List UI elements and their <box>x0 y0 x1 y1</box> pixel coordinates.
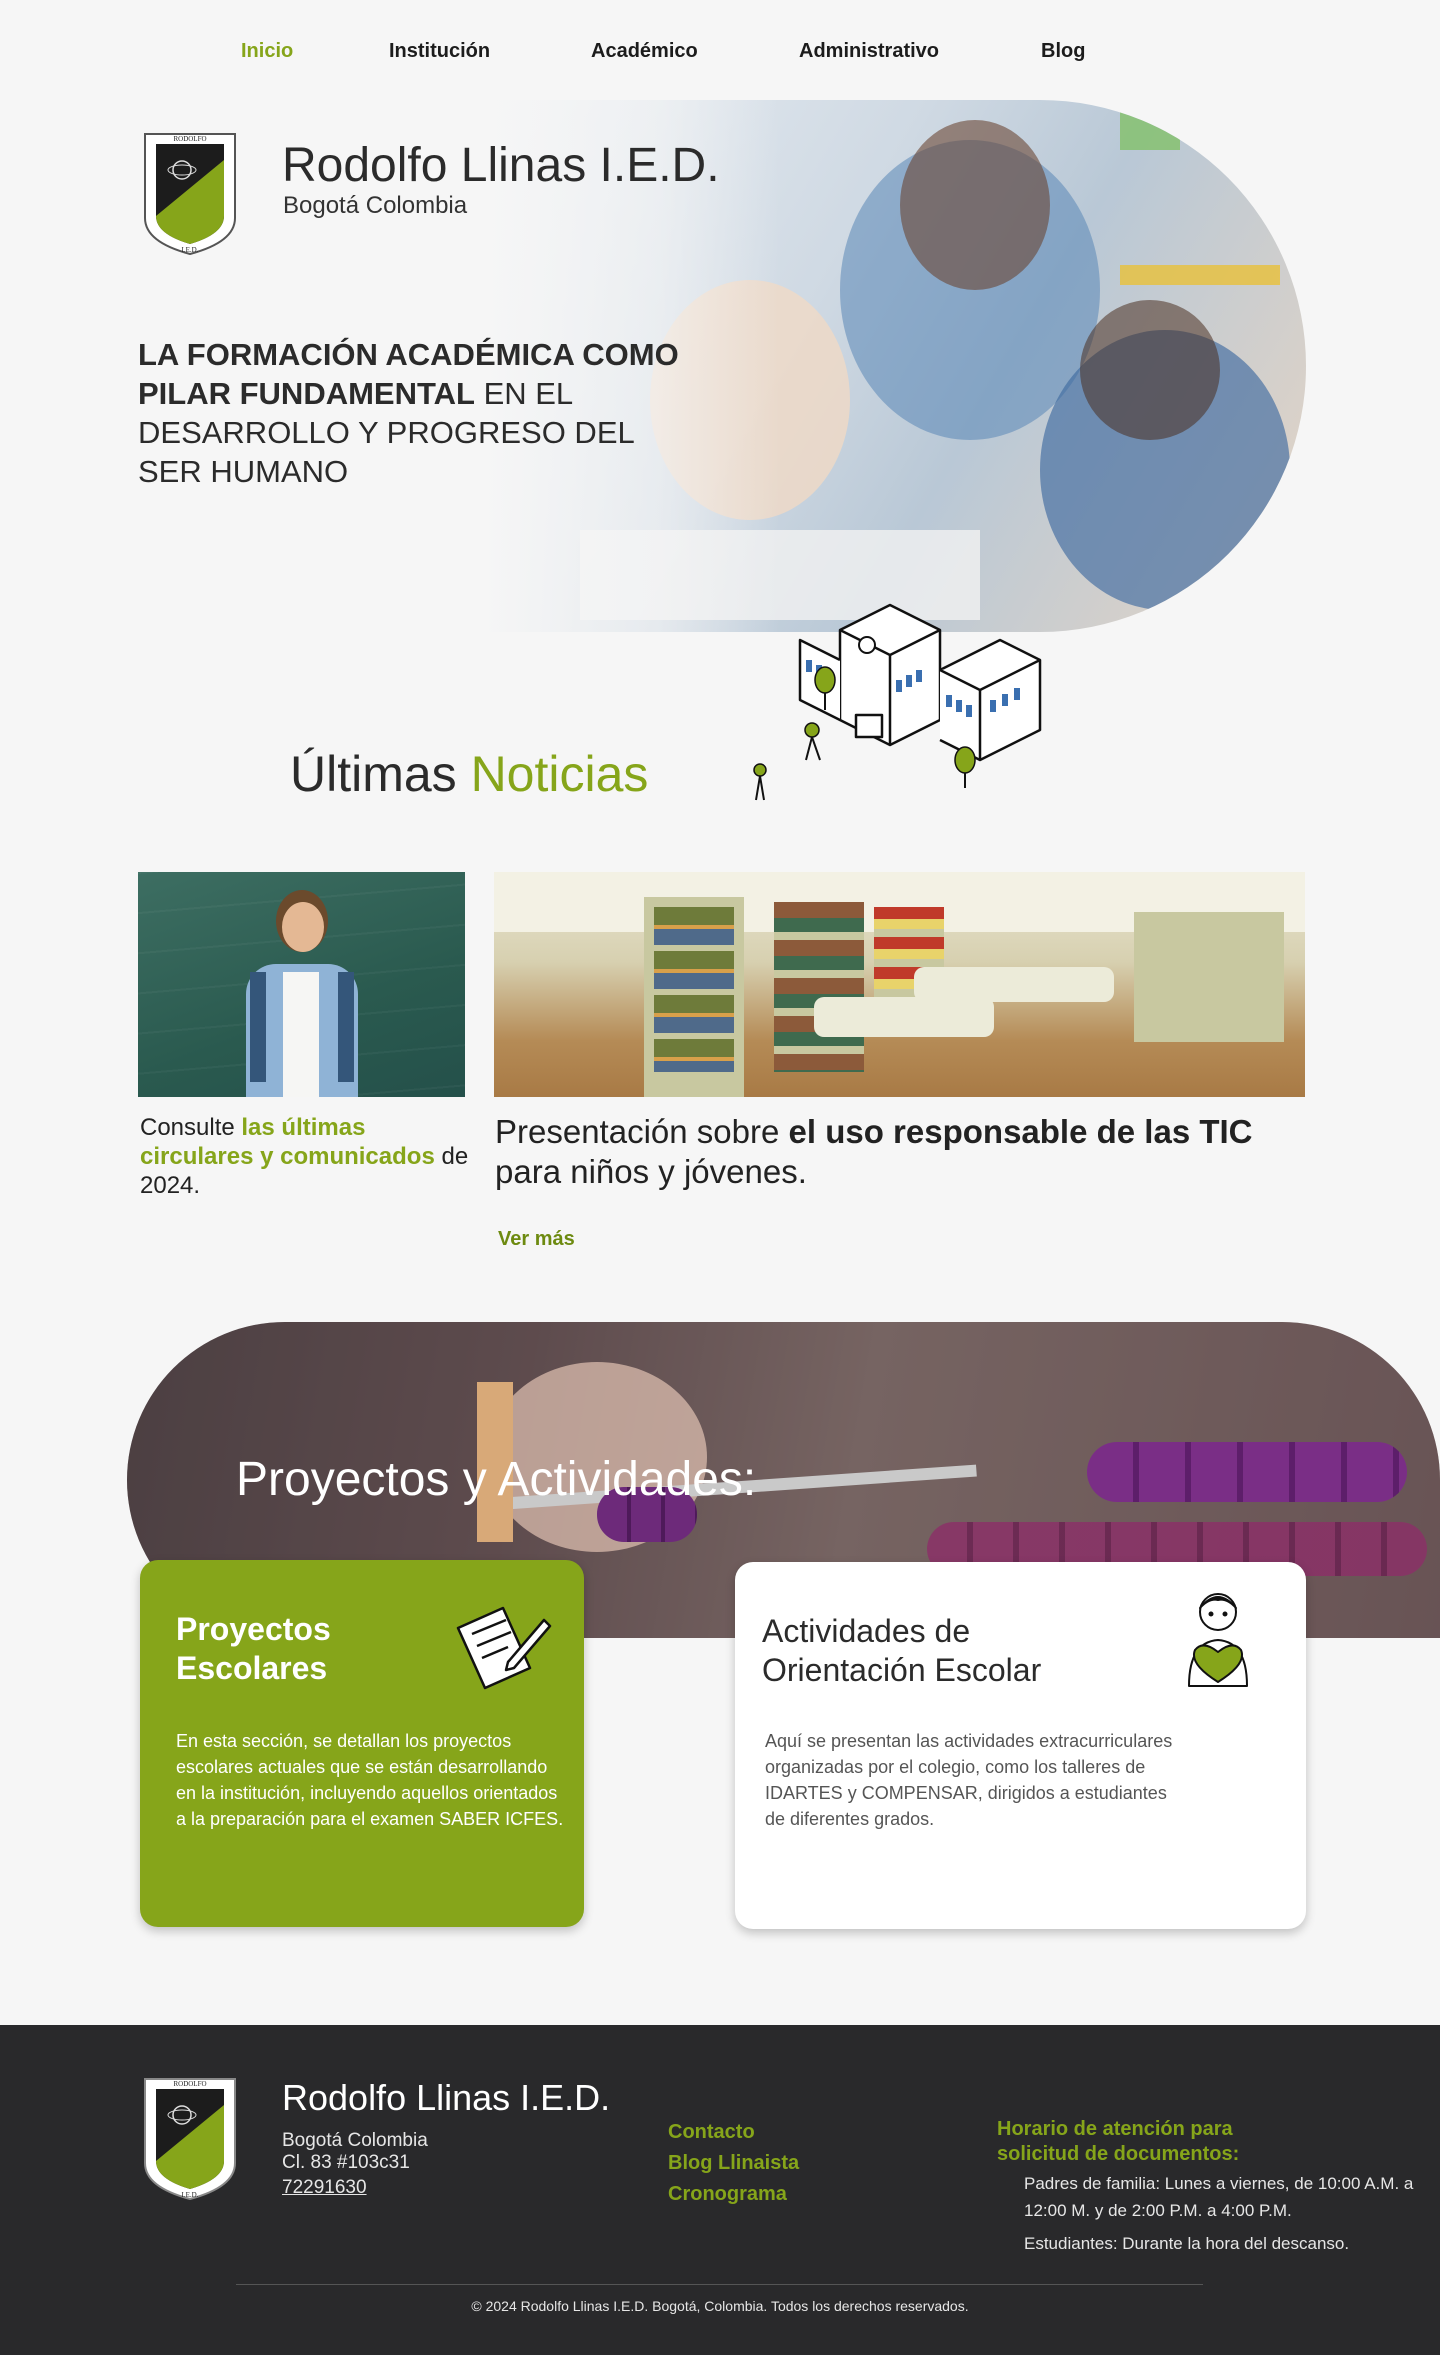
school-crest-icon: RODOLFO I.E.D. <box>144 2078 236 2201</box>
ver-mas-link[interactable]: Ver más <box>498 1228 575 1251</box>
news-item-circulares[interactable]: Consulte las últimas circulares y comuni… <box>140 1113 470 1200</box>
footer-hours-title: Horario de atención para solicitud de do… <box>997 2118 1240 2165</box>
footer-link-cronograma[interactable]: Cronograma <box>668 2183 787 2206</box>
footer-divider <box>236 2284 1203 2285</box>
news-item-tic: Presentación sobre el uso responsable de… <box>495 1112 1315 1192</box>
brand-subtitle: Bogotá Colombia <box>283 192 468 219</box>
footer-hours-students: Estudiantes: Durante la hora del descans… <box>1024 2234 1350 2253</box>
footer-hours-parents: Padres de familia: Lunes a viernes, de 1… <box>1024 2174 1414 2220</box>
footer-title: Rodolfo Llinas I.E.D. <box>282 2077 611 2118</box>
nav-item-institucion[interactable]: Institución <box>389 40 490 63</box>
news-item1-prefix: Consulte <box>140 1114 242 1141</box>
card2-title: Actividades de Orientación Escolar <box>762 1613 1042 1688</box>
brand-title: Rodolfo Llinas I.E.D. <box>282 139 720 192</box>
school-logo[interactable]: RODOLFO I.E.D. <box>140 130 240 258</box>
news-image-library[interactable] <box>494 872 1305 1097</box>
card-proyectos-escolares[interactable]: Proyectos Escolares En esta sección, se … <box>140 1560 584 1927</box>
footer-school-logo[interactable]: RODOLFO I.E.D. <box>140 2075 240 2203</box>
projects-title: Proyectos y Actividades: <box>236 1453 757 1506</box>
card1-text: En esta sección, se detallan los proyect… <box>176 1731 564 1829</box>
footer-copyright: © 2024 Rodolfo Llinas I.E.D. Bogotá, Col… <box>471 2298 969 2314</box>
card-actividades-orientacion[interactable]: Actividades de Orientación Escolar Aquí … <box>735 1562 1306 1929</box>
footer-address: Cl. 83 #103c31 <box>282 2152 410 2173</box>
school-crest-icon: RODOLFO I.E.D. <box>144 133 236 256</box>
news-section-title: Últimas Noticias <box>290 745 648 803</box>
card2-text: Aquí se presentan las actividades extrac… <box>765 1731 1173 1829</box>
hero-headline: LA FORMACIÓN ACADÉMICA COMO PILAR FUNDAM… <box>138 335 698 491</box>
child-heart-icon <box>1188 1593 1248 1687</box>
footer-link-blog[interactable]: Blog Llinaista <box>668 2152 799 2175</box>
news-item2-prefix: Presentación sobre <box>495 1113 789 1150</box>
nav-item-academico[interactable]: Académico <box>591 40 698 63</box>
footer-link-contacto[interactable]: Contacto <box>668 2121 755 2144</box>
footer-phone[interactable]: 72291630 <box>282 2177 367 2199</box>
nav-item-administrativo[interactable]: Administrativo <box>799 40 939 63</box>
school-building-illustration <box>753 603 1042 801</box>
document-pencil-icon <box>456 1606 552 1690</box>
headline-bold: LA FORMACIÓN ACADÉMICA COMO PILAR FUNDAM… <box>138 337 679 411</box>
news-item2-suffix: para niños y jóvenes. <box>495 1153 807 1190</box>
footer: RODOLFO I.E.D. Rodolfo Llinas I.E.D. Bog… <box>0 2025 1440 2355</box>
news-title-plain: Últimas <box>290 746 471 802</box>
svg-text:I.E.D.: I.E.D. <box>182 2191 199 2199</box>
main-nav: Inicio Institución Académico Administrat… <box>0 40 1440 70</box>
svg-text:RODOLFO: RODOLFO <box>173 2080 206 2088</box>
svg-text:RODOLFO: RODOLFO <box>173 135 206 143</box>
card1-title: Proyectos Escolares <box>176 1611 331 1686</box>
nav-item-blog[interactable]: Blog <box>1041 40 1085 63</box>
news-title-accent: Noticias <box>470 746 649 802</box>
news-item2-bold: el uso responsable de las TIC <box>788 1113 1253 1150</box>
svg-text:I.E.D.: I.E.D. <box>182 246 199 254</box>
nav-item-inicio[interactable]: Inicio <box>241 40 293 63</box>
news-image-student[interactable] <box>138 872 465 1097</box>
footer-city: Bogotá Colombia <box>282 2130 428 2151</box>
